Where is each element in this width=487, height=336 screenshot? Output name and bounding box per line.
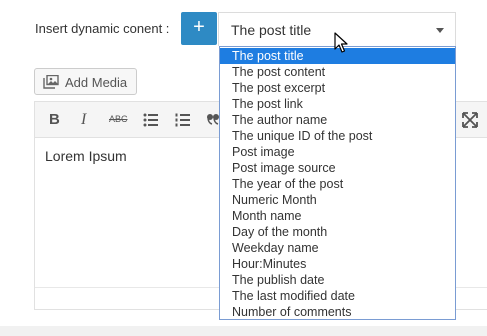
blockquote-icon[interactable] [207, 113, 219, 125]
add-media-icon [43, 75, 59, 89]
dropdown-option[interactable]: The post excerpt [220, 80, 455, 96]
mouse-cursor-icon [334, 32, 348, 53]
editor-panel: Insert dynamic conent : + The post title… [0, 0, 487, 326]
bullet-list-icon[interactable] [143, 113, 158, 127]
italic-icon[interactable]: I [81, 111, 86, 129]
dropdown-option[interactable]: The unique ID of the post [220, 128, 455, 144]
dropdown-option[interactable]: The post content [220, 64, 455, 80]
insert-dynamic-button[interactable]: + [181, 12, 217, 45]
dropdown-option[interactable]: The author name [220, 112, 455, 128]
dropdown-option[interactable]: The post link [220, 96, 455, 112]
dropdown-option[interactable]: Number of comments [220, 304, 455, 320]
add-media-label: Add Media [65, 75, 128, 90]
dropdown-option[interactable]: The publish date [220, 272, 455, 288]
dynamic-content-dropdown[interactable]: The post title The post content The post e… [219, 46, 456, 320]
select-value: The post title [231, 22, 312, 38]
dropdown-option[interactable]: Month name [220, 208, 455, 224]
dropdown-option[interactable]: Day of the month [220, 224, 455, 240]
dropdown-option[interactable]: The year of the post [220, 176, 455, 192]
dropdown-option[interactable]: Post image [220, 144, 455, 160]
numbered-list-icon[interactable] [175, 113, 190, 127]
dropdown-option[interactable]: Post image source [220, 160, 455, 176]
dropdown-option[interactable]: Numeric Month [220, 192, 455, 208]
dropdown-option[interactable]: The last modified date [220, 288, 455, 304]
bold-icon[interactable]: B [49, 111, 60, 128]
fullscreen-icon[interactable] [462, 112, 478, 128]
strikethrough-icon[interactable]: ABC [109, 114, 128, 124]
chevron-down-icon [436, 28, 444, 33]
dropdown-option[interactable]: Weekday name [220, 240, 455, 256]
dynamic-content-label: Insert dynamic conent : [35, 21, 170, 36]
dropdown-option[interactable]: Hour:Minutes [220, 256, 455, 272]
add-media-button[interactable]: Add Media [34, 68, 137, 95]
editor-content[interactable]: Lorem Ipsum [45, 148, 127, 164]
